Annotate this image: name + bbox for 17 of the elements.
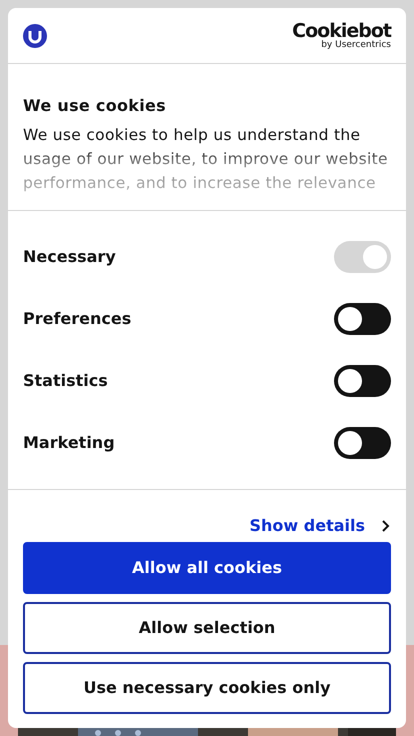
- description-text: We use cookies to help us understand the usage of our website, to improve our website performance, and to increase the relevance: [23, 125, 389, 194]
- category-label: Statistics: [23, 370, 108, 392]
- show-details-link[interactable]: Show details: [250, 514, 391, 538]
- category-label: Marketing: [23, 432, 115, 454]
- chevron-right-icon: [381, 520, 391, 532]
- category-label: Necessary: [23, 246, 116, 268]
- toggle-switch[interactable]: [334, 303, 391, 335]
- consent-button[interactable]: Use necessary cookies only: [23, 662, 391, 714]
- toggle-switch[interactable]: [334, 365, 391, 397]
- logo-subtitle: by Usercentrics: [321, 40, 391, 50]
- logo-title: Cookiebot: [292, 22, 391, 40]
- dialog-title: We use cookies: [23, 96, 168, 116]
- consent-button[interactable]: Allow selection: [23, 602, 391, 654]
- brand-logo-icon: [23, 24, 47, 48]
- consent-button[interactable]: Allow all cookies: [23, 542, 391, 594]
- category-label: Preferences: [23, 308, 132, 330]
- toggle-switch[interactable]: [334, 427, 391, 459]
